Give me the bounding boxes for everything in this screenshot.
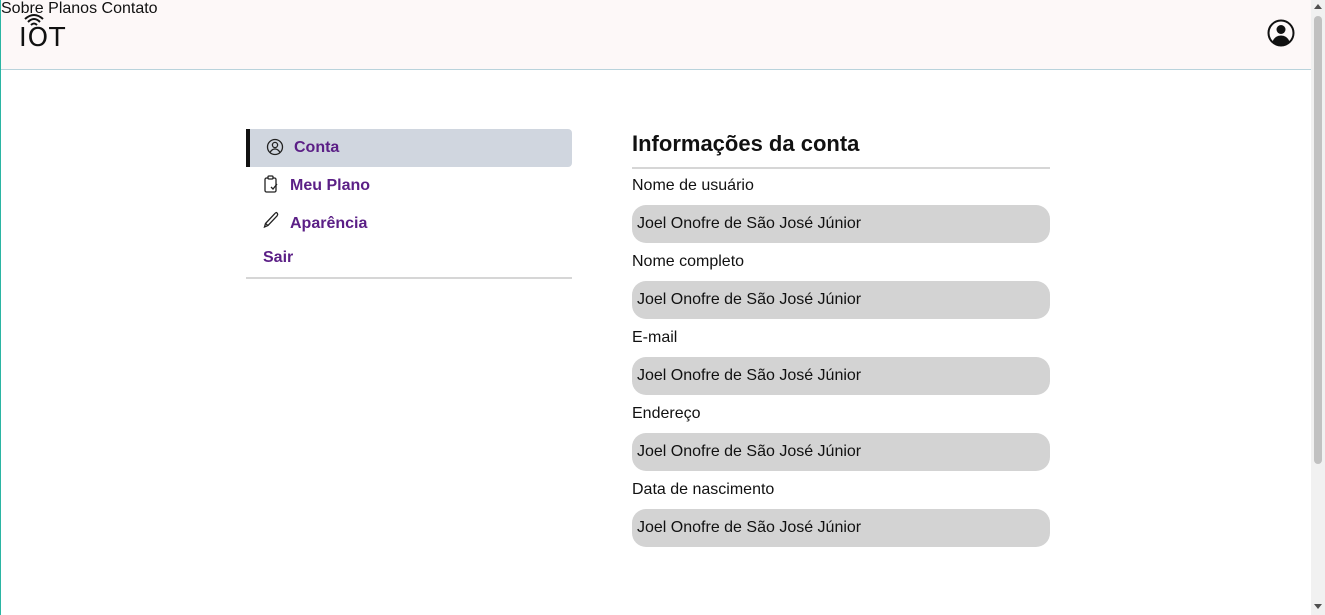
sidebar-item-label: Sair [263, 249, 294, 266]
sidebar-item-label: Conta [294, 139, 340, 156]
vertical-scrollbar[interactable] [1311, 0, 1325, 615]
scroll-down-arrow-icon[interactable] [1314, 604, 1322, 609]
field-label-email: E-mail [632, 329, 678, 346]
birth-date-field[interactable]: Joel Onofre de São José Júnior [632, 509, 1050, 547]
logo-text: IOT [19, 23, 67, 53]
email-field[interactable]: Joel Onofre de São José Júnior [632, 357, 1050, 395]
field-label-address: Endereço [632, 405, 701, 422]
title-divider [632, 167, 1050, 169]
field-label-birth-date: Data de nascimento [632, 481, 775, 498]
pencil-icon [263, 211, 279, 229]
window-edge [0, 0, 1, 615]
sidebar-item-meu-plano[interactable]: Meu Plano [246, 167, 572, 205]
sidebar-item-aparencia[interactable]: Aparência [246, 205, 572, 243]
sidebar-item-label: Meu Plano [290, 177, 371, 194]
field-label-full-name: Nome completo [632, 253, 745, 270]
clipboard-icon [264, 175, 278, 193]
field-label-username: Nome de usuário [632, 177, 754, 194]
scrollbar-thumb[interactable] [1314, 16, 1322, 464]
sidebar-item-conta[interactable]: Conta [246, 129, 572, 167]
sidebar-item-sair[interactable]: Sair [246, 243, 572, 273]
full-name-field[interactable]: Joel Onofre de São José Júnior [632, 281, 1050, 319]
sidebar-item-label: Aparência [290, 215, 368, 232]
user-account-icon[interactable] [1267, 19, 1295, 47]
page-title: Informações da conta [632, 131, 860, 156]
nav-link-contato[interactable]: Contato [102, 0, 158, 17]
user-circle-icon [266, 138, 284, 156]
settings-sidebar: Conta Meu Plano Aparência Sair [246, 129, 572, 279]
sidebar-divider [246, 277, 572, 279]
top-header: IOT Sobre Planos Contato [1, 0, 1311, 70]
username-field[interactable]: Joel Onofre de São José Júnior [632, 205, 1050, 243]
scroll-up-arrow-icon[interactable] [1314, 4, 1322, 9]
iot-logo[interactable]: IOT [19, 13, 67, 53]
address-field[interactable]: Joel Onofre de São José Júnior [632, 433, 1050, 471]
